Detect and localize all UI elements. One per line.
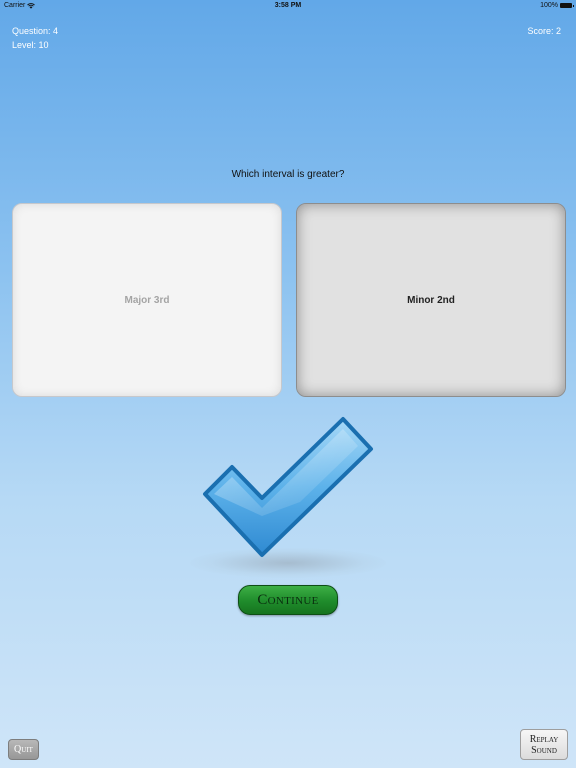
replay-sound-button[interactable]: Replay Sound <box>520 729 568 760</box>
question-prompt: Which interval is greater? <box>231 169 345 180</box>
answer-option-label: Major 3rd <box>124 294 170 306</box>
status-time: 3:58 PM <box>274 2 302 9</box>
battery-indicator: 100% <box>540 2 574 9</box>
replay-label: Replay <box>529 733 559 745</box>
battery-icon <box>560 3 574 8</box>
status-bar: Carrier 3:58 PM 100% <box>0 0 576 12</box>
score-display: Score: 2 <box>527 26 561 36</box>
checkmark-icon <box>200 416 376 560</box>
level-indicator: Level: 10 <box>12 40 49 50</box>
answer-option-major-3rd[interactable]: Major 3rd <box>12 203 282 397</box>
continue-button[interactable]: Continue <box>238 585 338 615</box>
sound-label: Sound <box>531 744 557 756</box>
question-counter: Question: 4 <box>12 26 59 36</box>
answer-option-label: Minor 2nd <box>407 294 455 306</box>
answer-option-minor-2nd[interactable]: Minor 2nd <box>296 203 566 397</box>
quit-button[interactable]: Quit <box>8 739 39 760</box>
battery-percent: 100% <box>540 2 558 9</box>
